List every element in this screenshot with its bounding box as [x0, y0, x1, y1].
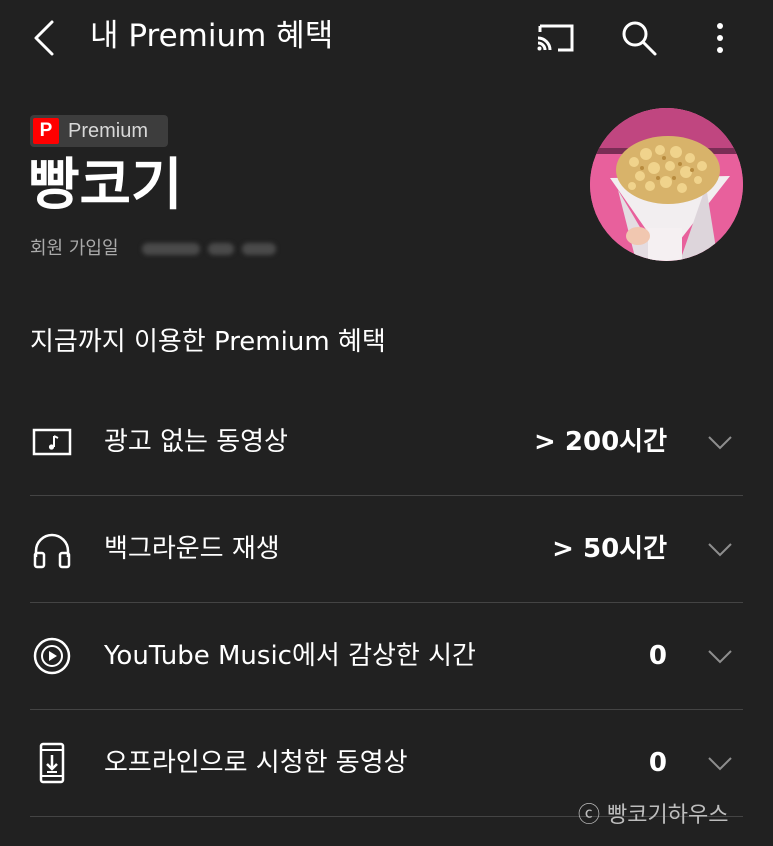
- ad-free-video-icon: [32, 428, 72, 456]
- avatar-image: [590, 108, 743, 261]
- chevron-down-icon[interactable]: [706, 642, 734, 670]
- divider: [30, 495, 743, 496]
- benefit-row-ad-free[interactable]: 광고 없는 동영상 > 200시간: [0, 390, 773, 496]
- premium-badge-label: Premium: [68, 119, 149, 142]
- section-title: 지금까지 이용한 Premium 혜택: [30, 327, 386, 357]
- join-date-label: 회원 가입일: [30, 238, 119, 259]
- chevron-down-icon[interactable]: [706, 535, 734, 563]
- benefit-label: YouTube Music에서 감상한 시간: [104, 641, 476, 671]
- headphones-icon: [33, 533, 71, 569]
- benefit-row-youtube-music[interactable]: YouTube Music에서 감상한 시간 0: [0, 604, 773, 710]
- avatar[interactable]: [590, 108, 743, 261]
- watermark: ⓒ 빵코기하우스: [578, 803, 729, 828]
- premium-badge: P Premium: [30, 115, 168, 147]
- chevron-down-icon[interactable]: [706, 749, 734, 777]
- premium-logo-icon: P: [33, 118, 59, 144]
- benefit-label: 백그라운드 재생: [104, 534, 280, 564]
- benefit-label: 광고 없는 동영상: [104, 427, 288, 457]
- offline-download-icon: [39, 742, 65, 784]
- top-app-bar: 내 Premium 혜택: [0, 0, 773, 76]
- back-arrow-icon[interactable]: [26, 14, 66, 62]
- benefit-row-background-play[interactable]: 백그라운드 재생 > 50시간: [0, 497, 773, 603]
- divider: [30, 709, 743, 710]
- benefit-value: > 50시간: [552, 534, 667, 564]
- user-name: 빵코기: [28, 153, 183, 218]
- benefit-value: 0: [648, 641, 667, 671]
- chevron-down-icon[interactable]: [706, 428, 734, 456]
- benefit-value: 0: [648, 748, 667, 778]
- youtube-music-icon: [33, 637, 71, 675]
- more-vert-icon[interactable]: [704, 16, 736, 60]
- join-date-blurred: [142, 238, 300, 260]
- divider: [30, 602, 743, 603]
- page-title: 내 Premium 혜택: [90, 18, 334, 54]
- benefit-value: > 200시간: [534, 427, 667, 457]
- benefit-label: 오프라인으로 시청한 동영상: [104, 748, 408, 778]
- cast-icon[interactable]: [534, 18, 578, 58]
- search-icon[interactable]: [617, 16, 661, 60]
